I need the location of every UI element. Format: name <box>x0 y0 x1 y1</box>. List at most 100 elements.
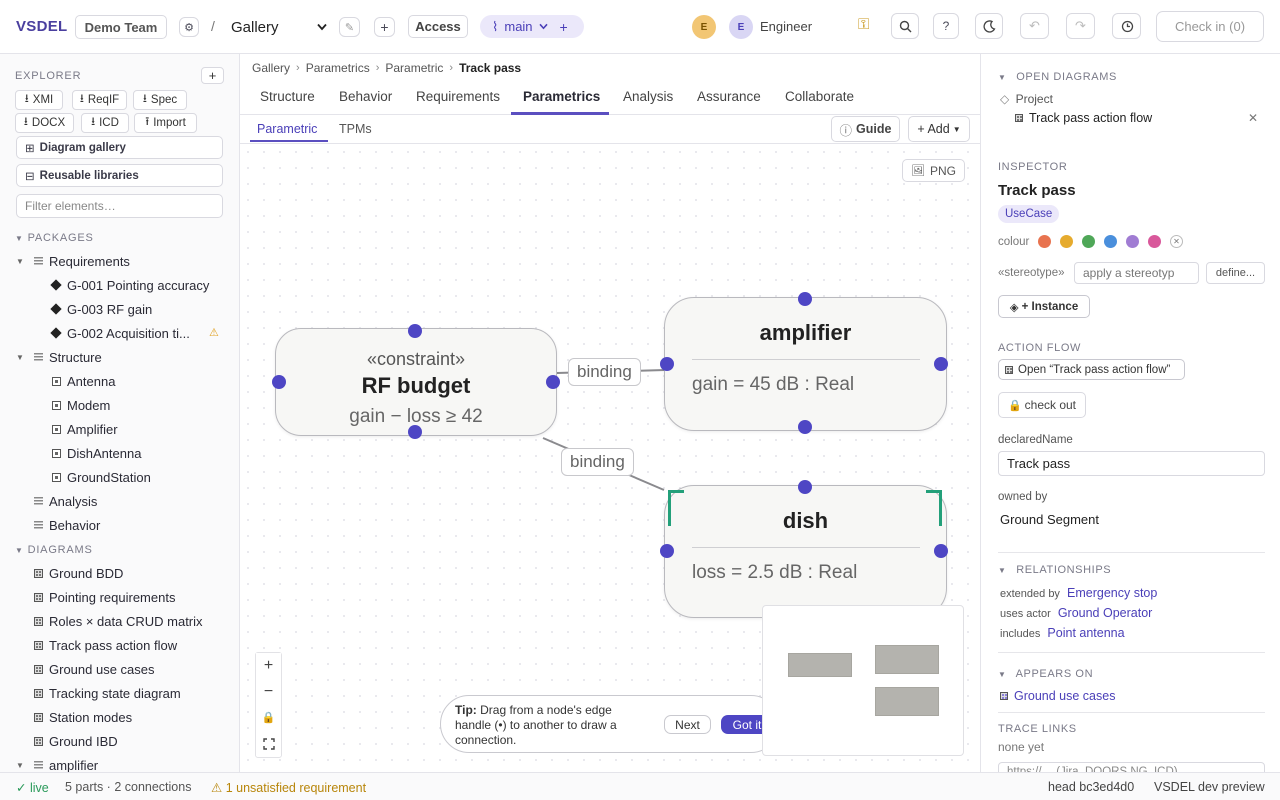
relationship-link[interactable]: Point antenna <box>1047 626 1124 640</box>
tree-package-behavior[interactable]: Behavior <box>34 514 100 536</box>
diagram-canvas[interactable]: 🖼 PNG «constraint» RF budget gain − loss… <box>240 144 980 772</box>
tree-item-block[interactable]: GroundStation <box>52 466 151 488</box>
connection-handle[interactable] <box>934 544 948 558</box>
relationship-link[interactable]: Emergency stop <box>1067 586 1157 600</box>
tree-item-requirement[interactable]: G-001 Pointing accuracy <box>50 274 209 296</box>
open-action-flow-button[interactable]: Open “Track pass action flow” <box>998 359 1185 380</box>
tree-item-diagram[interactable]: Tracking state diagram <box>34 682 181 704</box>
project-label[interactable]: ◇ Project <box>1000 92 1053 106</box>
declared-name-field[interactable]: Track pass <box>998 451 1265 476</box>
tree-item-partial[interactable]: ▼ amplifier <box>16 754 98 773</box>
lock-button[interactable]: 🔒 <box>256 705 281 730</box>
tree-item-diagram[interactable]: Ground BDD <box>34 562 123 584</box>
breadcrumb-item[interactable]: Gallery <box>252 61 290 75</box>
access-button[interactable]: Access <box>408 15 468 38</box>
filter-input[interactable]: Filter elements… <box>16 194 223 218</box>
new-branch-icon[interactable]: + <box>560 19 568 35</box>
breadcrumb-item[interactable]: Parametric <box>385 61 443 75</box>
connection-handle[interactable] <box>408 324 422 338</box>
minimap[interactable] <box>762 605 964 756</box>
guide-button[interactable]: ⓘ Guide <box>831 116 900 142</box>
tree-item-diagram[interactable]: Pointing requirements <box>34 586 175 608</box>
tree-item-diagram[interactable]: Roles × data CRUD matrix <box>34 610 203 632</box>
connection-handle[interactable] <box>660 357 674 371</box>
tab-analysis[interactable]: Analysis <box>623 89 673 104</box>
owned-by-value[interactable]: Ground Segment <box>1000 512 1099 527</box>
define-stereotype-button[interactable]: define... <box>1206 262 1265 284</box>
tip-next-button[interactable]: Next <box>664 715 711 734</box>
diagrams-label[interactable]: ▼ DIAGRAMS <box>15 544 93 556</box>
tree-item-diagram[interactable]: Ground use cases <box>34 658 155 680</box>
tree-package-requirements[interactable]: ▼ Requirements <box>16 250 130 272</box>
avatar[interactable]: E <box>692 15 716 39</box>
colour-swatch-pink[interactable] <box>1148 235 1161 248</box>
colour-swatch-blue[interactable] <box>1104 235 1117 248</box>
workspace-select[interactable]: Gallery <box>231 15 327 39</box>
close-icon[interactable]: ✕ <box>1248 111 1258 125</box>
appears-on-header[interactable]: ▼ APPEARS ON <box>998 668 1093 680</box>
connection-handle[interactable] <box>408 425 422 439</box>
tree-item-requirement[interactable]: G-002 Acquisition ti... <box>50 322 190 344</box>
tree-item-diagram[interactable]: Station modes <box>34 706 132 728</box>
tree-item-requirement[interactable]: G-003 RF gain <box>50 298 152 320</box>
export-docx-button[interactable]: ⭳ DOCX <box>15 113 74 133</box>
subtab-parametric[interactable]: Parametric <box>257 122 317 136</box>
connection-handle[interactable] <box>546 375 560 389</box>
tree-item-block[interactable]: Antenna <box>52 370 115 392</box>
relationships-header[interactable]: ▼ RELATIONSHIPS <box>998 564 1111 576</box>
breadcrumb-item[interactable]: Parametrics <box>306 61 370 75</box>
colour-swatch-orange[interactable] <box>1038 235 1051 248</box>
zoom-in-button[interactable]: + <box>256 653 281 678</box>
appears-on-link[interactable]: Ground use cases <box>1000 689 1115 703</box>
zoom-out-button[interactable]: − <box>256 679 281 704</box>
tab-parametrics[interactable]: Parametrics <box>523 89 600 104</box>
reusable-libraries-button[interactable]: ⊟ Reusable libraries <box>16 164 223 187</box>
export-icd-button[interactable]: ⭳ ICD <box>81 113 129 133</box>
brand-logo[interactable]: VSDEL <box>16 18 68 35</box>
connection-handle[interactable] <box>934 357 948 371</box>
constraint-node-rf-budget[interactable]: «constraint» RF budget gain − loss ≥ 42 <box>275 328 557 436</box>
connection-handle[interactable] <box>660 544 674 558</box>
history-button[interactable] <box>1112 13 1141 39</box>
tree-item-block[interactable]: Modem <box>52 394 110 416</box>
connection-handle[interactable] <box>798 420 812 434</box>
team-settings-button[interactable]: ⚙ <box>179 17 199 37</box>
part-node-amplifier[interactable]: amplifier gain = 45 dB : Real <box>664 297 947 431</box>
search-button[interactable] <box>891 13 919 39</box>
tree-item-diagram[interactable]: Ground IBD <box>34 730 118 752</box>
redo-button[interactable]: ↷ <box>1066 13 1095 39</box>
relationship-link[interactable]: Ground Operator <box>1058 606 1153 620</box>
tree-item-diagram[interactable]: Track pass action flow <box>34 634 177 656</box>
binding-label[interactable]: binding <box>568 358 641 386</box>
export-reqif-button[interactable]: ⭳ ReqIF <box>72 90 127 110</box>
tree-package-analysis[interactable]: Analysis <box>34 490 97 512</box>
explorer-add-button[interactable]: + <box>201 67 224 84</box>
subtab-tpms[interactable]: TPMs <box>339 122 372 136</box>
new-button[interactable]: + <box>374 17 395 37</box>
tab-behavior[interactable]: Behavior <box>339 89 392 104</box>
edit-button[interactable]: ✎ <box>339 17 360 37</box>
tree-item-block[interactable]: Amplifier <box>52 418 118 440</box>
open-diagram-item[interactable]: Track pass action flow <box>1015 111 1152 125</box>
tab-collaborate[interactable]: Collaborate <box>785 89 854 104</box>
key-icon[interactable]: ⚿ <box>858 16 869 33</box>
colour-swatch-yellow[interactable] <box>1060 235 1073 248</box>
clear-colour-button[interactable]: ✕ <box>1170 235 1183 248</box>
import-button[interactable]: ⭱ Import <box>134 113 197 133</box>
add-instance-button[interactable]: ◈ + Instance <box>998 295 1090 318</box>
open-diagrams-header[interactable]: ▼ OPEN DIAGRAMS <box>998 71 1117 83</box>
tab-structure[interactable]: Structure <box>260 89 315 104</box>
undo-button[interactable]: ↶ <box>1020 13 1049 39</box>
colour-swatch-purple[interactable] <box>1126 235 1139 248</box>
theme-button[interactable] <box>975 13 1003 39</box>
colour-swatch-green[interactable] <box>1082 235 1095 248</box>
tab-assurance[interactable]: Assurance <box>697 89 761 104</box>
tree-item-block[interactable]: DishAntenna <box>52 442 141 464</box>
fit-view-button[interactable] <box>256 731 281 756</box>
checkin-button[interactable]: Check in (0) <box>1156 11 1264 42</box>
requirement-warning[interactable]: ⚠ 1 unsatisfied requirement <box>211 780 366 795</box>
checkout-button[interactable]: 🔒 check out <box>998 392 1086 418</box>
png-export-button[interactable]: 🖼 PNG <box>902 159 965 182</box>
team-button[interactable]: Demo Team <box>75 15 167 39</box>
tree-package-structure[interactable]: ▼ Structure <box>16 346 102 368</box>
